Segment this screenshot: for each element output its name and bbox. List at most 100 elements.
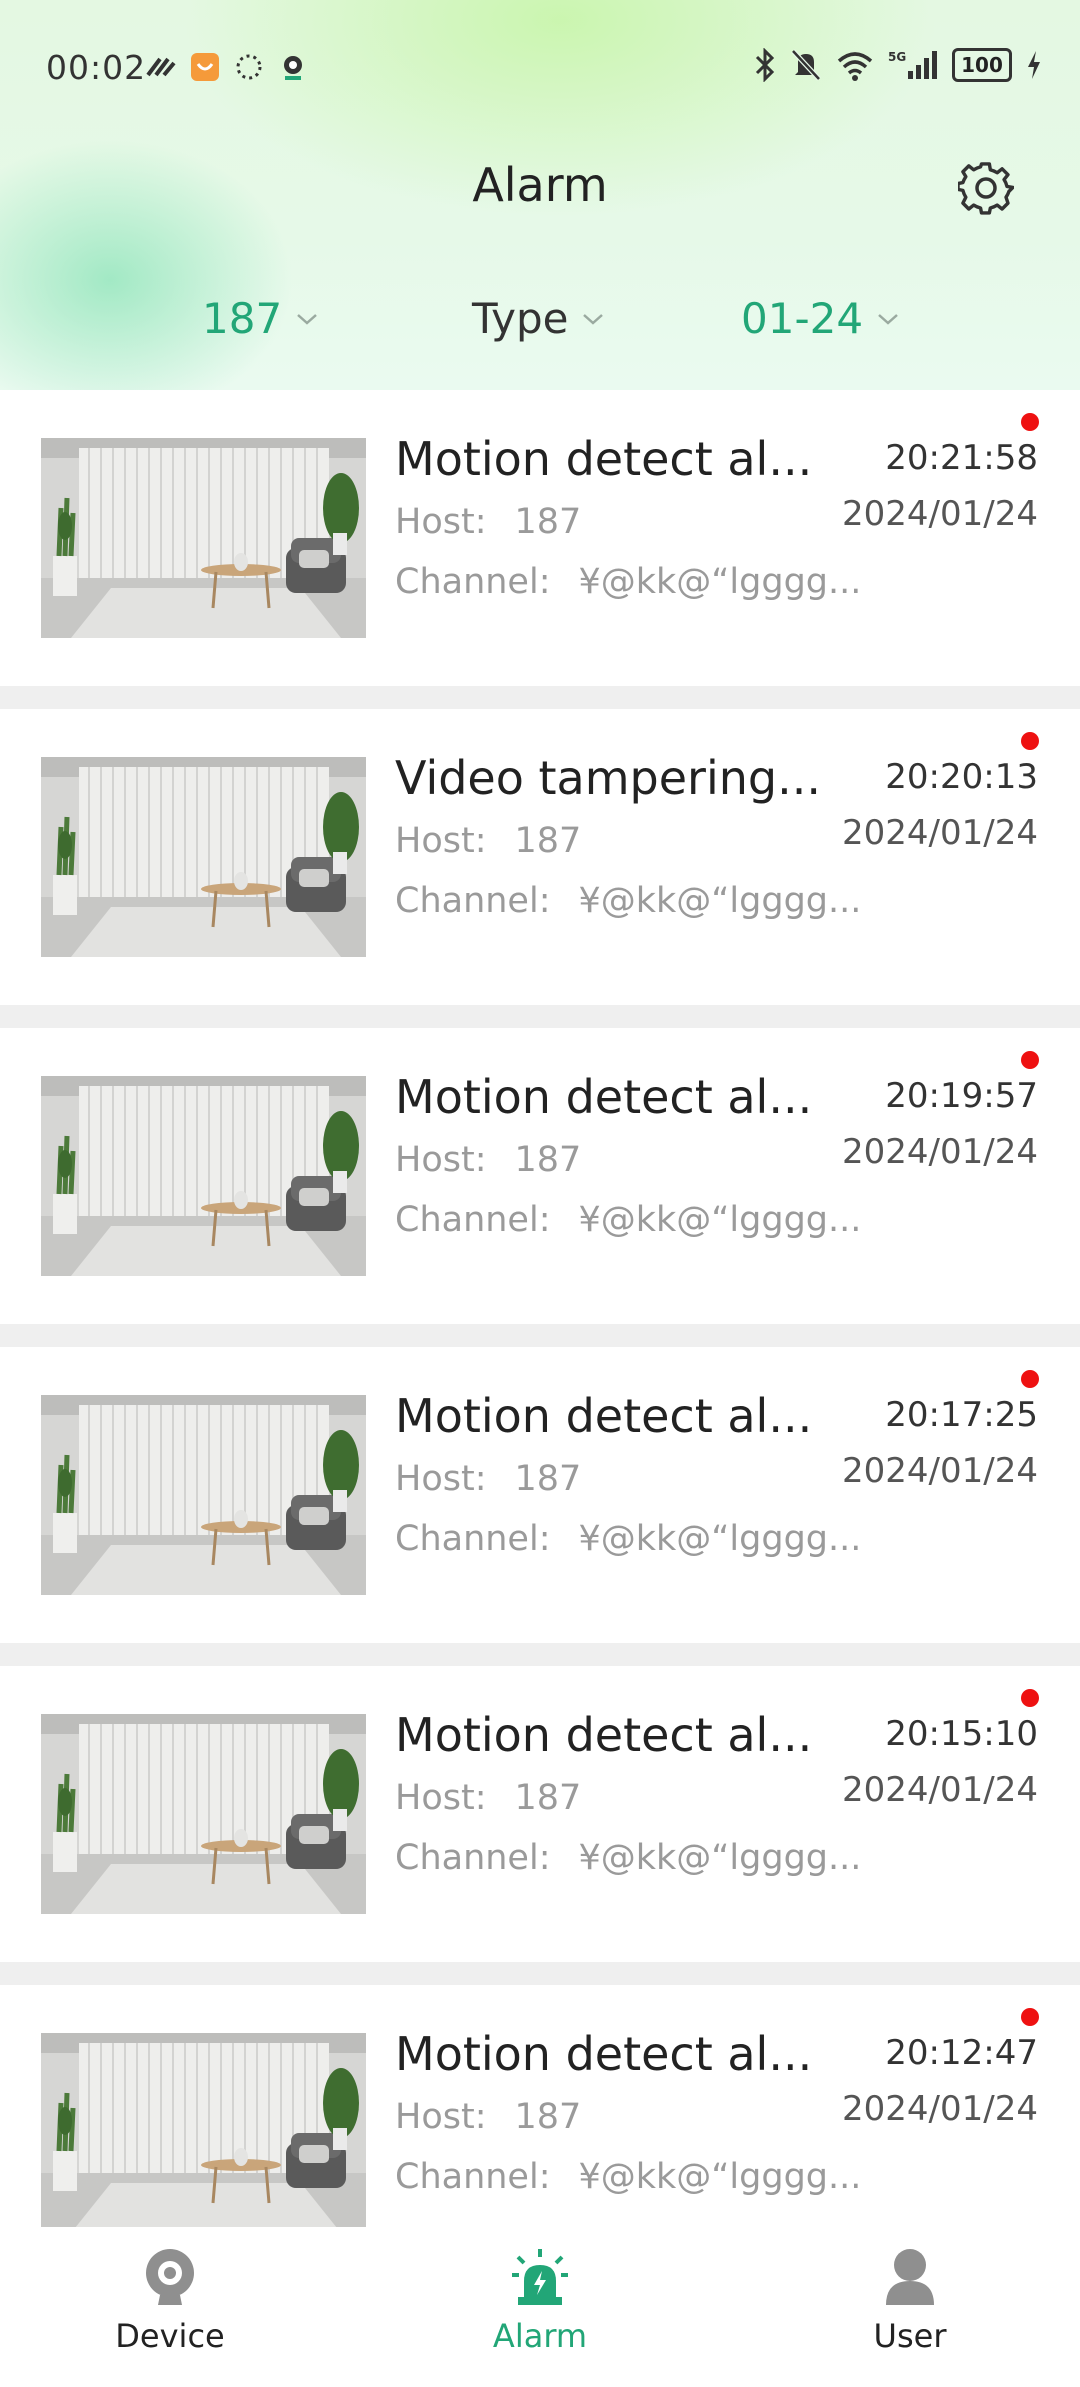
alarm-snapshot-thumbnail[interactable] (41, 1076, 366, 1276)
channel-value: ¥@kk@“lgggg... (578, 1519, 862, 1559)
host-value: 187 (514, 821, 582, 861)
alarm-time: 20:17:25 (885, 1395, 1038, 1435)
unread-dot (1021, 1051, 1039, 1069)
date-filter-label: 01-24 (741, 294, 864, 343)
alarm-host: Host: 187 (395, 2097, 581, 2137)
user-icon (886, 2249, 934, 2305)
host-filter-label: 187 (202, 294, 283, 343)
alarm-date: 2024/01/24 (842, 1132, 1038, 1172)
host-label: Host: (395, 821, 487, 861)
channel-label: Channel: (395, 1838, 551, 1878)
alarm-list-item[interactable]: Motion detect al... Host: 187 Channel: ¥@k… (0, 1666, 1080, 1962)
bottom-navigation: Device Alarm User (0, 2227, 1080, 2387)
host-value: 187 (514, 2097, 582, 2137)
settings-gear-icon[interactable] (958, 160, 1014, 216)
alarm-host: Host: 187 (395, 1140, 581, 1180)
nav-tab-alarm[interactable]: Alarm (440, 2247, 640, 2355)
status-bar: 00:02 5G 100 (0, 38, 1080, 100)
nav-label-device: Device (115, 2317, 225, 2355)
alarm-snapshot-thumbnail[interactable] (41, 2033, 366, 2233)
host-value: 187 (514, 1459, 582, 1499)
alarm-title: Motion detect al... (395, 1389, 813, 1443)
alarm-channel: Channel: ¥@kk@“lgggg... (395, 1838, 861, 1878)
channel-value: ¥@kk@“lgggg... (578, 1200, 862, 1240)
chevron-down-icon (878, 313, 898, 325)
alarm-list-item[interactable]: Motion detect al... Host: 187 Channel: ¥@k… (0, 1028, 1080, 1324)
alarm-title: Video tampering... (395, 751, 821, 805)
shopping-app-icon (191, 53, 219, 81)
date-filter-dropdown[interactable]: 01-24 (741, 294, 899, 343)
camera-icon (146, 2249, 194, 2305)
bluetooth-icon (755, 48, 775, 82)
alarm-list-item[interactable]: Motion detect al... Host: 187 Channel: ¥@k… (0, 390, 1080, 686)
host-label: Host: (395, 502, 487, 542)
alarm-time: 20:20:13 (885, 757, 1038, 797)
channel-label: Channel: (395, 1200, 551, 1240)
status-notification-icons (146, 52, 308, 82)
signal-5g-icon: 5G (888, 50, 937, 79)
alarm-channel: Channel: ¥@kk@“lgggg... (395, 1519, 861, 1559)
wifi-icon (837, 52, 873, 81)
host-label: Host: (395, 1459, 487, 1499)
status-system-icons: 5G 100 (754, 48, 1042, 82)
alarm-channel: Channel: ¥@kk@“lgggg... (395, 1200, 861, 1240)
nav-label-alarm: Alarm (492, 2317, 588, 2355)
channel-label: Channel: (395, 881, 551, 921)
alarm-snapshot-thumbnail[interactable] (41, 1395, 366, 1595)
filter-bar: 187 Type 01-24 (0, 294, 1080, 364)
loading-icon (236, 54, 262, 80)
unread-dot (1021, 2008, 1039, 2026)
unread-dot (1021, 413, 1039, 431)
host-label: Host: (395, 1778, 487, 1818)
alarm-channel: Channel: ¥@kk@“lgggg... (395, 562, 861, 602)
host-filter-dropdown[interactable]: 187 (202, 294, 318, 343)
nav-tab-device[interactable]: Device (70, 2247, 270, 2355)
alarm-time: 20:19:57 (885, 1076, 1038, 1116)
alarm-snapshot-thumbnail[interactable] (41, 438, 366, 638)
alarm-channel: Channel: ¥@kk@“lgggg... (395, 881, 861, 921)
nav-tab-user[interactable]: User (810, 2247, 1010, 2355)
unread-dot (1021, 732, 1039, 750)
alarm-siren-icon (512, 2249, 568, 2305)
channel-value: ¥@kk@“lgggg... (578, 2157, 862, 2197)
alarm-title: Motion detect al... (395, 432, 813, 486)
alarm-time: 20:21:58 (885, 438, 1038, 478)
alarm-list-item[interactable]: Motion detect al... Host: 187 Channel: ¥@k… (0, 1347, 1080, 1643)
alarm-title: Motion detect al... (395, 1708, 813, 1762)
host-value: 187 (514, 1778, 582, 1818)
host-value: 187 (514, 502, 582, 542)
alarm-date: 2024/01/24 (842, 1770, 1038, 1810)
chevron-down-icon (297, 313, 318, 325)
type-filter-dropdown[interactable]: Type (472, 294, 604, 343)
alarm-host: Host: 187 (395, 821, 581, 861)
alarm-date: 2024/01/24 (842, 494, 1038, 534)
alarm-snapshot-thumbnail[interactable] (41, 1714, 366, 1914)
alarm-time: 20:15:10 (885, 1714, 1038, 1754)
alarm-title: Motion detect al... (395, 2027, 813, 2081)
type-filter-label: Type (472, 294, 569, 343)
alarm-list: Motion detect al... Host: 187 Channel: ¥@k… (0, 390, 1080, 2304)
unread-dot (1021, 1689, 1039, 1707)
status-time: 00:02 (46, 48, 147, 87)
app-notification-icon (146, 57, 176, 77)
channel-label: Channel: (395, 2157, 551, 2197)
channel-value: ¥@kk@“lgggg... (578, 562, 862, 602)
alarm-snapshot-thumbnail[interactable] (41, 757, 366, 957)
svg-text:5G: 5G (888, 50, 906, 64)
nav-label-user: User (873, 2317, 947, 2355)
alarm-date: 2024/01/24 (842, 2089, 1038, 2129)
camera-app-icon (284, 56, 302, 80)
header: 00:02 5G 100 Alarm 187 Type 01-24 (0, 0, 1080, 390)
host-value: 187 (514, 1140, 582, 1180)
charging-icon (1028, 51, 1040, 79)
alarm-title: Motion detect al... (395, 1070, 813, 1124)
channel-label: Channel: (395, 562, 551, 602)
alarm-list-item[interactable]: Video tampering... Host: 187 Channel: ¥@kk… (0, 709, 1080, 1005)
page-title: Alarm (472, 158, 608, 212)
alarm-date: 2024/01/24 (842, 1451, 1038, 1491)
chevron-down-icon (583, 313, 604, 325)
alarm-time: 20:12:47 (885, 2033, 1038, 2073)
alarm-channel: Channel: ¥@kk@“lgggg... (395, 2157, 861, 2197)
host-label: Host: (395, 2097, 487, 2137)
alarm-date: 2024/01/24 (842, 813, 1038, 853)
